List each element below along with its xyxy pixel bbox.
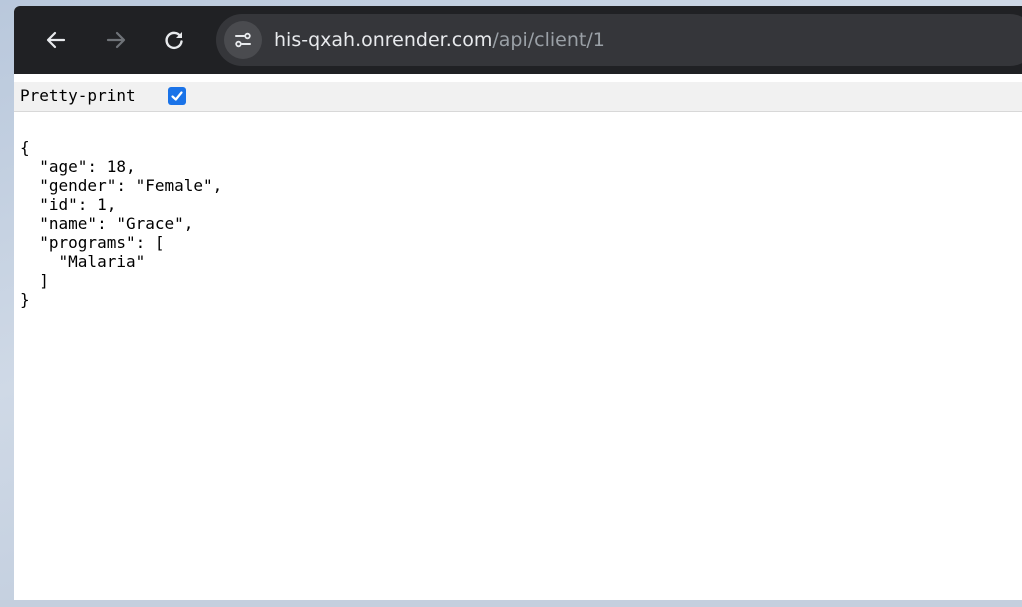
url-path: /api/client/1: [492, 29, 605, 51]
reload-button[interactable]: [154, 20, 194, 60]
desktop-background-strip: [0, 600, 1022, 607]
json-line: {: [20, 138, 30, 157]
pretty-print-checkbox[interactable]: [168, 87, 186, 105]
json-line: "gender": "Female",: [20, 176, 223, 195]
json-line: "programs": [: [20, 233, 165, 252]
pretty-print-bar: Pretty-print: [14, 82, 1022, 112]
json-content: { "age": 18, "gender": "Female", "id": 1…: [20, 138, 222, 309]
pretty-print-label: Pretty-print: [20, 86, 136, 105]
back-arrow-icon: [46, 31, 66, 49]
forward-arrow-icon: [106, 31, 126, 49]
json-line: ]: [20, 271, 49, 290]
back-button[interactable]: [36, 20, 76, 60]
json-line: "age": 18,: [20, 157, 136, 176]
forward-button[interactable]: [96, 20, 136, 60]
json-line: }: [20, 290, 30, 309]
site-info-button[interactable]: [224, 21, 262, 59]
url-host: his-qxah.onrender.com: [274, 29, 493, 51]
reload-icon: [165, 31, 183, 50]
address-bar[interactable]: his-qxah.onrender.com/api/client/1: [216, 14, 1022, 66]
url-text[interactable]: his-qxah.onrender.com/api/client/1: [274, 14, 605, 66]
json-line: "id": 1,: [20, 195, 117, 214]
browser-window: his-qxah.onrender.com/api/client/1 Prett…: [14, 6, 1022, 607]
browser-toolbar: his-qxah.onrender.com/api/client/1: [14, 6, 1022, 74]
checkmark-icon: [171, 91, 183, 101]
json-line: "Malaria": [20, 252, 146, 271]
json-line: "name": "Grace",: [20, 214, 194, 233]
site-settings-icon: [235, 32, 251, 48]
